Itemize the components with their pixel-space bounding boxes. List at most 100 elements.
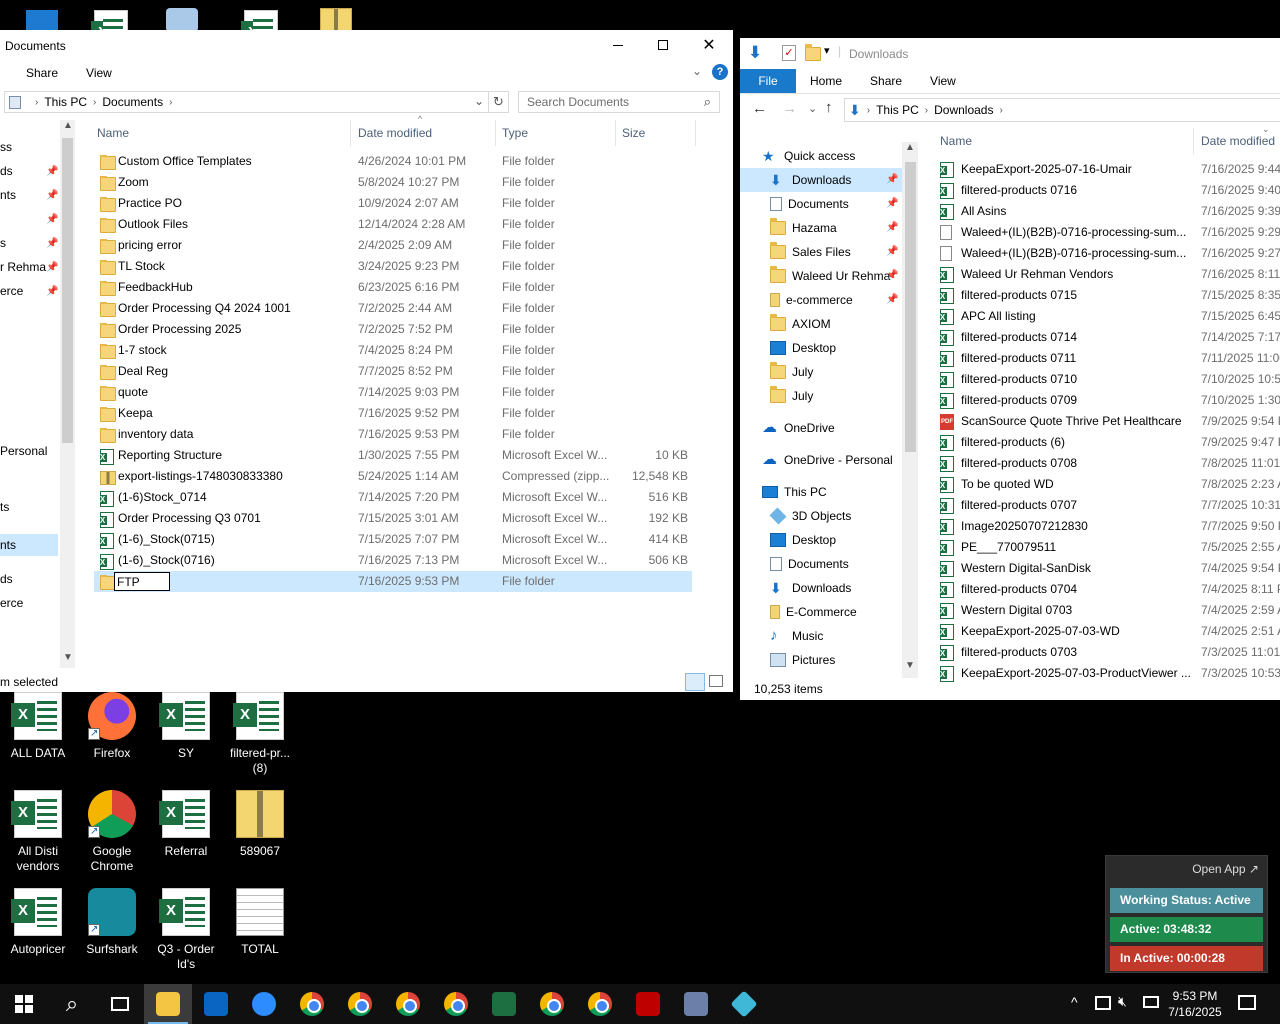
table-row[interactable]: pricing error 2/4/2025 2:09 AM File folder [94,235,692,256]
task-view-button[interactable] [96,984,144,1024]
address-bar[interactable]: ⬇ › This PC › Downloads › [844,98,1280,122]
table-row[interactable]: PDF ScanSource Quote Thrive Pet Healthcar… [936,411,1280,432]
taskbar-calculator[interactable] [672,984,720,1024]
back-button[interactable]: ← [752,100,767,117]
table-row[interactable]: filtered-products 0716 7/16/2025 9:40 [936,180,1280,201]
tab-view[interactable]: View [916,69,970,93]
network-icon[interactable] [1143,996,1159,1008]
chevron-down-icon[interactable]: ⌄ [692,64,702,78]
table-row[interactable]: KeepaExport-2025-07-03-WD 7/4/2025 2:51 A [936,621,1280,642]
taskbar-filezilla[interactable] [624,984,672,1024]
column-header-name[interactable]: Name [940,134,972,148]
search-input[interactable]: Search Documents ⌕ [518,91,720,113]
table-row[interactable]: All Asins 7/16/2025 9:39 [936,201,1280,222]
forward-button[interactable]: → [782,100,797,117]
nav-item-sales-files[interactable]: Sales Files 📌 [740,240,902,264]
nav-item-desktop[interactable]: Desktop [740,336,902,360]
start-button[interactable] [0,984,48,1024]
scroll-down-icon[interactable]: ▼ [905,660,915,671]
rename-input[interactable] [114,572,170,591]
nav-fragment[interactable]: ss [0,140,12,154]
desktop-icon-all-disti-vendors[interactable]: All Disti vendors [0,790,76,874]
nav-fragment[interactable]: r Rehma [0,260,46,274]
table-row[interactable]: Keepa 7/16/2025 9:52 PM File folder [94,403,692,424]
address-bar[interactable]: › This PC › Documents › ⌄ [4,91,489,113]
table-row[interactable]: (1-6)_Stock(0716) 7/16/2025 7:13 PM Micros… [94,550,692,571]
table-row[interactable]: filtered-products 0704 7/4/2025 8:11 P [936,579,1280,600]
search-button[interactable]: ⌕ [48,984,96,1024]
nav-item-documents[interactable]: Documents 📌 [740,192,902,216]
minimize-button[interactable] [595,30,641,60]
desktop-icon-all-data[interactable]: ALL DATA [0,692,76,761]
table-row[interactable]: filtered-products (6) 7/9/2025 9:47 P [936,432,1280,453]
table-row[interactable]: Order Processing Q3 0701 7/15/2025 3:01 A… [94,508,692,529]
address-dropdown-icon[interactable]: ⌄ [474,94,484,108]
table-row[interactable]: TL Stock 3/24/2025 9:23 PM File folder [94,256,692,277]
column-divider[interactable] [495,120,496,146]
taskbar-zoom[interactable] [240,984,288,1024]
table-row[interactable]: filtered-products 0710 7/10/2025 10:55 [936,369,1280,390]
nav-item-e-commerce[interactable]: e-commerce 📌 [740,288,902,312]
table-row[interactable]: Waleed+(IL)(B2B)-0716-processing-sum... 7… [936,222,1280,243]
table-row[interactable]: Custom Office Templates 4/26/2024 10:01 P… [94,151,692,172]
nav-fragment[interactable]: erce [0,596,23,610]
table-row[interactable]: To be quoted WD 7/8/2025 2:23 A [936,474,1280,495]
table-row[interactable]: Outlook Files 12/14/2024 2:28 AM File fold… [94,214,692,235]
table-row[interactable]: KeepaExport-2025-07-16-Umair 7/16/2025 9:… [936,159,1280,180]
show-hidden-icons-icon[interactable]: ^ [1071,994,1078,1010]
taskbar-file-explorer[interactable] [144,984,192,1024]
table-row[interactable]: FeedbackHub 6/23/2025 6:16 PM File folder [94,277,692,298]
nav-item-hazama[interactable]: Hazama 📌 [740,216,902,240]
open-app-link[interactable]: Open App ↗ [1192,862,1259,876]
table-row[interactable]: Zoom 5/8/2024 10:27 PM File folder [94,172,692,193]
nav-item-waleed-ur-rehma[interactable]: Waleed Ur Rehma 📌 [740,264,902,288]
nav-item-july[interactable]: July [740,360,902,384]
nav-item-e-commerce[interactable]: E-Commerce [740,600,902,624]
column-header-size[interactable]: Size [622,126,645,140]
clock[interactable]: 9:53 PM 7/16/2025 [1160,988,1230,1020]
column-divider[interactable] [350,120,351,146]
desktop-icon-google-chrome[interactable]: Google Chrome [74,790,150,874]
scroll-down-icon[interactable]: ▼ [63,652,73,663]
table-row[interactable]: 1-7 stock 7/4/2025 8:24 PM File folder [94,340,692,361]
table-row[interactable]: Image20250707212830 7/7/2025 9:50 P [936,516,1280,537]
table-row[interactable]: export-listings-1748030833380 5/24/2025 1… [94,466,692,487]
table-row[interactable]: filtered-products 0715 7/15/2025 8:35 [936,285,1280,306]
details-view-icon[interactable] [685,673,705,691]
desktop-icon-589067[interactable]: 589067 [222,790,298,859]
table-row[interactable]: Western Digital 0703 7/4/2025 2:59 A [936,600,1280,621]
table-row-renaming[interactable]: 7/16/2025 9:53 PM File folder [94,571,692,592]
nav-item-quick-access[interactable]: ★ Quick access [740,144,902,168]
volume-muted-icon[interactable]: 🔇︎ [1118,993,1127,1010]
properties-icon[interactable]: ✓ [782,45,796,61]
table-row[interactable]: filtered-products 0709 7/10/2025 1:30 [936,390,1280,411]
taskbar-chrome[interactable] [336,984,384,1024]
breadcrumb-documents[interactable]: Documents [102,95,163,109]
column-divider[interactable] [615,120,616,146]
network-alert-icon[interactable] [1095,996,1111,1010]
table-row[interactable]: APC All listing 7/15/2025 6:45 [936,306,1280,327]
nav-item-downloads[interactable]: ⬇ Downloads 📌 [740,168,902,192]
table-row[interactable]: quote 7/14/2025 9:03 PM File folder [94,382,692,403]
column-header-type[interactable]: Type [502,126,528,140]
nav-scrollbar[interactable]: ▲ ▼ [60,120,75,668]
nav-fragment[interactable]: Personal [0,444,47,458]
help-icon[interactable]: ? [712,64,728,80]
navigation-pane[interactable]: ★ Quick access ⬇ Downloads 📌 Documents 📌 Hazama… [740,142,902,678]
desktop-icon-total[interactable]: TOTAL [222,888,298,957]
taskbar-app[interactable] [720,984,768,1024]
table-row[interactable]: Practice PO 10/9/2024 2:07 AM File folder [94,193,692,214]
table-row[interactable]: Deal Reg 7/7/2025 8:52 PM File folder [94,361,692,382]
column-divider[interactable] [1193,128,1194,154]
close-button[interactable]: ✕ [686,30,732,60]
taskbar-chrome[interactable] [576,984,624,1024]
scroll-up-icon[interactable]: ▲ [905,142,915,153]
table-row[interactable]: filtered-products 0708 7/8/2025 11:01 [936,453,1280,474]
desktop-icon-referral[interactable]: Referral [148,790,224,859]
nav-scroll-thumb[interactable] [905,162,916,452]
nav-item-axiom[interactable]: AXIOM [740,312,902,336]
table-row[interactable]: Western Digital-SanDisk 7/4/2025 9:54 P [936,558,1280,579]
column-header-name[interactable]: Name [97,126,129,140]
desktop-icon-firefox[interactable]: Firefox [74,692,150,761]
nav-item-desktop[interactable]: Desktop [740,528,902,552]
